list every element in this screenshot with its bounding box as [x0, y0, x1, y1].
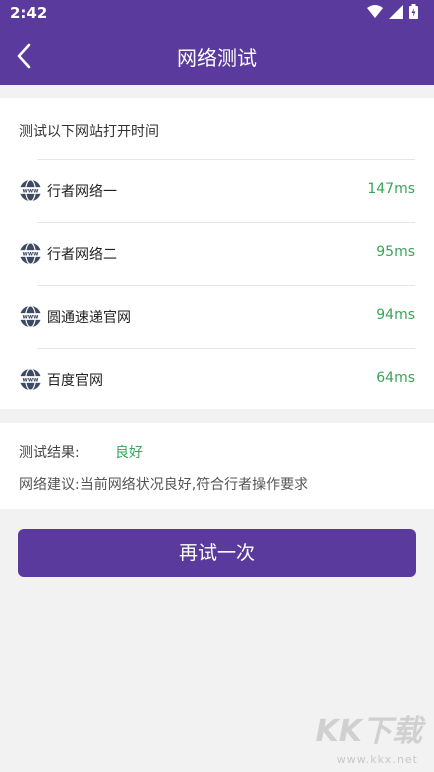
divider — [37, 159, 415, 160]
result-card: 测试结果: 良好 网络建议:当前网络状况良好,符合行者操作要求 — [0, 423, 434, 509]
site-name: 行者网络二 — [47, 247, 117, 263]
response-time: 94ms — [376, 307, 415, 323]
svg-text:www: www — [23, 189, 40, 195]
test-list-heading: 测试以下网站打开时间 — [19, 124, 159, 140]
status-time: 2:42 — [10, 4, 48, 22]
status-icons — [367, 4, 418, 19]
test-list-card: 测试以下网站打开时间 www 行者网络一 147ms www 行者网络二 95m… — [0, 98, 434, 409]
network-advice: 网络建议:当前网络状况良好,符合行者操作要求 — [19, 477, 309, 493]
svg-text:www: www — [23, 378, 40, 384]
svg-text:www: www — [23, 315, 40, 321]
www-globe-icon: www — [19, 242, 42, 265]
divider — [37, 285, 415, 286]
watermark: KK下载 www.kkx.net — [306, 706, 426, 766]
result-label: 测试结果: — [19, 445, 80, 461]
site-name: 行者网络一 — [47, 184, 117, 200]
result-value: 良好 — [115, 445, 143, 461]
www-globe-icon: www — [19, 179, 42, 202]
divider — [37, 222, 415, 223]
watermark-logo: KK下载 — [315, 714, 423, 749]
test-row: www 圆通速递官网 94ms — [0, 285, 434, 347]
www-globe-icon: www — [19, 305, 42, 328]
response-time: 64ms — [376, 370, 415, 386]
page-title: 网络测试 — [177, 46, 257, 70]
site-name: 百度官网 — [47, 373, 103, 389]
divider — [37, 348, 415, 349]
test-row: www 行者网络一 147ms — [0, 159, 434, 221]
status-bar: 2:42 — [0, 0, 434, 27]
site-name: 圆通速递官网 — [47, 310, 131, 326]
watermark-url: www.kkx.net — [336, 753, 418, 766]
svg-text:www: www — [23, 252, 40, 258]
retry-button[interactable]: 再试一次 — [18, 529, 416, 577]
wifi-icon — [367, 4, 383, 18]
test-row: www 百度官网 64ms — [0, 348, 434, 410]
battery-icon — [409, 4, 418, 19]
test-row: www 行者网络二 95ms — [0, 222, 434, 284]
app-bar: 网络测试 — [0, 27, 434, 85]
response-time: 147ms — [367, 181, 415, 197]
signal-icon — [389, 4, 403, 19]
www-globe-icon: www — [19, 368, 42, 391]
response-time: 95ms — [376, 244, 415, 260]
